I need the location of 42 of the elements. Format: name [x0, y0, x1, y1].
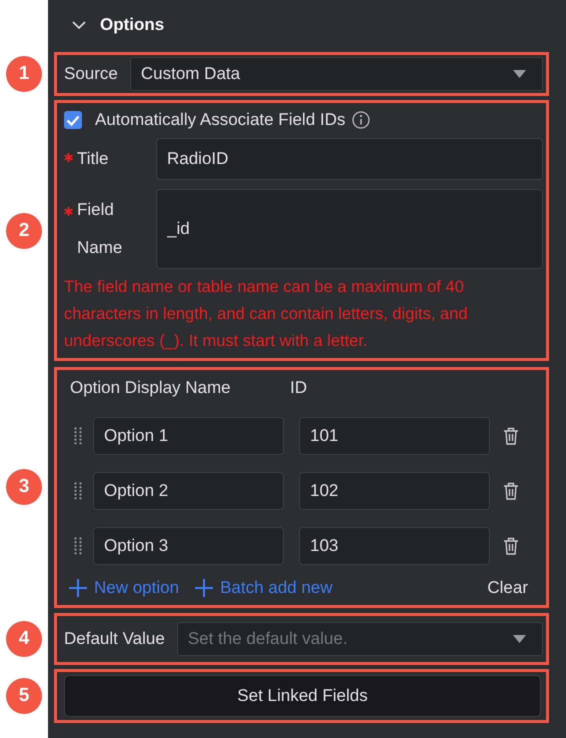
checkbox[interactable] [64, 111, 82, 129]
dropdown-arrow-icon [513, 635, 526, 643]
chevron-icon [72, 20, 86, 30]
add-link[interactable]: Batch add new [195, 578, 333, 598]
callout-marker: 5 [6, 678, 42, 714]
delete-icon[interactable] [503, 482, 519, 500]
error-message: The field name or table name can be a maximum of 40 characters in length, and can contain letters, digits, and underscores (_). It must start with a letter. [64, 277, 469, 352]
delete-icon[interactable] [503, 427, 519, 445]
field-name-input[interactable]: _id [156, 189, 543, 269]
plus-icon [195, 579, 214, 597]
dropdown-arrow-icon [513, 70, 526, 78]
info-icon [352, 111, 370, 129]
option-id-input[interactable]: 102 [299, 472, 490, 510]
field-label: Field Name [77, 199, 124, 259]
delete-icon[interactable] [503, 537, 519, 555]
drag-handle-icon[interactable] [74, 482, 82, 500]
panel-title: Options [100, 15, 164, 35]
column-header: ID [290, 378, 307, 398]
default-value-select[interactable]: Set the default value. [176, 622, 543, 656]
option-name-input[interactable]: Option 3 [93, 527, 284, 565]
callout-marker: 4 [6, 620, 42, 656]
set-linked-fields-button[interactable]: Set Linked Fields [64, 675, 541, 717]
callout-marker: 2 [6, 212, 42, 248]
drag-handle-icon[interactable] [74, 537, 82, 555]
column-header: Option Display Name [70, 378, 232, 398]
checkbox-label: Automatically Associate Field IDs [95, 110, 346, 130]
field-label: Source [64, 64, 118, 84]
option-id-input[interactable]: 103 [299, 527, 490, 565]
field-label: Default Value [64, 629, 165, 649]
collapse-toggle[interactable]: Options [54, 15, 549, 35]
plus-icon [69, 579, 87, 597]
option-id-input[interactable]: 101 [299, 417, 490, 455]
add-link[interactable]: New option [69, 578, 180, 598]
option-name-input[interactable]: Option 2 [93, 472, 284, 510]
option-name-input[interactable]: Option 1 [93, 417, 284, 455]
source-select[interactable]: Custom Data [130, 57, 543, 91]
callout-marker: 3 [6, 468, 42, 504]
title-input[interactable]: RadioID [156, 138, 543, 180]
clear-link[interactable]: Clear [487, 578, 528, 598]
field-label: Title [77, 149, 108, 169]
drag-handle-icon[interactable] [74, 427, 82, 445]
callout-marker: 1 [6, 56, 42, 92]
